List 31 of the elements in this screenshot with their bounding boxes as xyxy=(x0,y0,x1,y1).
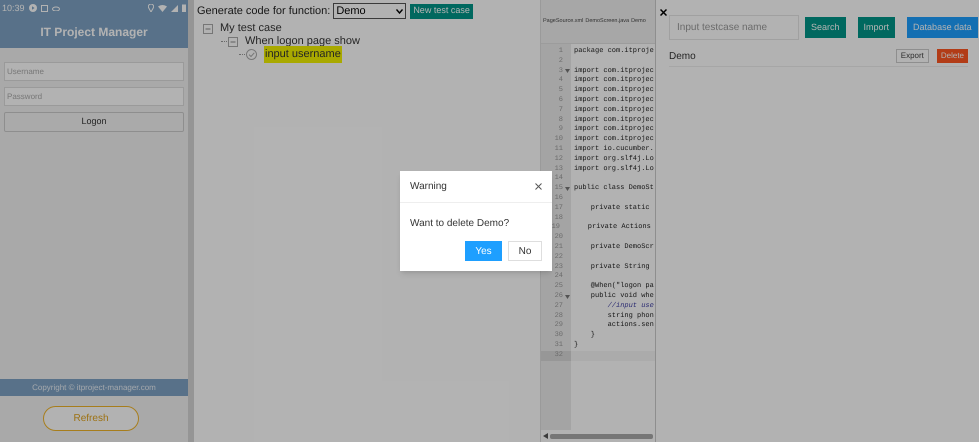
wifi-icon xyxy=(158,4,167,12)
copyright-text: Copyright © itproject-manager.com xyxy=(32,382,156,394)
testcase-name: Demo xyxy=(669,50,697,64)
battery-icon xyxy=(182,4,186,12)
function-label: Generate code for function: xyxy=(197,4,330,19)
toolbar-button[interactable]: Import xyxy=(858,17,896,38)
new-test-case-button[interactable]: New test case xyxy=(410,4,473,18)
caret-icon xyxy=(396,8,404,14)
scrollbar[interactable] xyxy=(550,434,653,438)
username-field[interactable]: Username xyxy=(4,62,184,81)
function-select[interactable]: Demo xyxy=(333,3,406,19)
square-icon xyxy=(40,4,48,12)
scroll-left-icon xyxy=(543,433,548,439)
app-title: IT Project Manager xyxy=(40,24,148,41)
location-icon xyxy=(148,4,154,12)
close-icon xyxy=(660,9,667,16)
close-icon xyxy=(535,183,542,190)
toolbar-button[interactable]: Search xyxy=(805,17,846,38)
search-field[interactable]: Input testcase name xyxy=(669,15,799,40)
cloud-icon xyxy=(52,6,60,10)
check-circle-icon xyxy=(246,49,257,60)
export-button[interactable]: Export xyxy=(896,49,929,63)
tree-node[interactable]: input username xyxy=(264,46,342,63)
signal-icon xyxy=(171,4,178,12)
password-field[interactable]: Password xyxy=(4,87,184,106)
no-button[interactable]: No xyxy=(508,241,542,261)
logon-button[interactable]: Logon xyxy=(4,112,184,132)
dialog-title: Warning xyxy=(410,180,447,194)
play-icon xyxy=(28,4,37,12)
status-time: 10:39 xyxy=(2,4,25,12)
dialog-message: Want to delete Demo? xyxy=(409,217,510,231)
